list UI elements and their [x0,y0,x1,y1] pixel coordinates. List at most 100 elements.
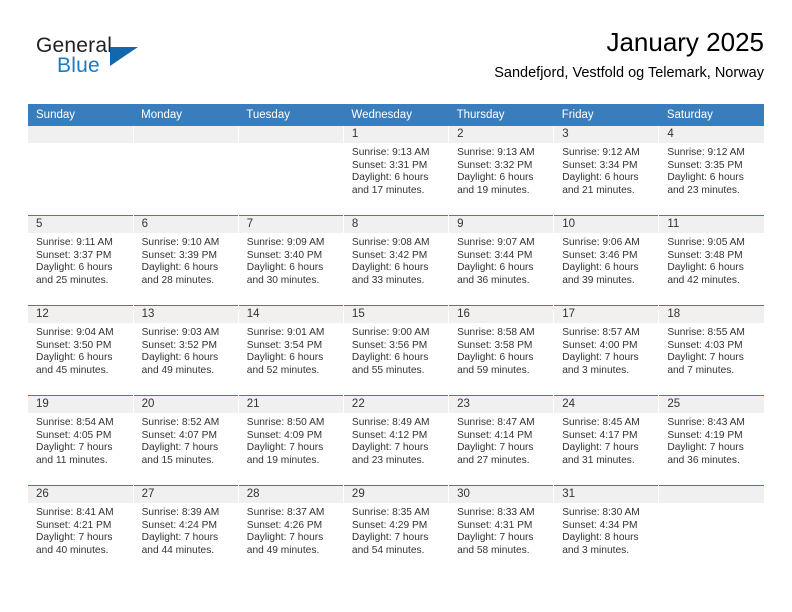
daylight-text-line2: and 36 minutes. [457,274,530,286]
calendar-header-row: Sunday Monday Tuesday Wednesday Thursday… [28,104,764,126]
day-number: 16 [449,306,554,323]
day-info: Sunrise: 8:57 AM Sunset: 4:00 PM Daylight:… [554,323,658,377]
day-cell: 4 Sunrise: 9:12 AM Sunset: 3:35 PM Daylight… [659,126,764,215]
day-cell: 3 Sunrise: 9:12 AM Sunset: 3:34 PM Daylight… [554,126,659,215]
day-number: 4 [659,126,764,143]
calendar-day-cell[interactable] [658,485,764,575]
weekday-header-thursday: Thursday [448,104,554,126]
sunrise-text: Sunrise: 9:04 AM [36,327,114,338]
daylight-text-line2: and 55 minutes. [351,364,425,376]
calendar-day-cell[interactable]: 9 Sunrise: 9:07 AM Sunset: 3:44 PM Daylight… [448,215,555,306]
calendar-day-cell[interactable]: 1 Sunrise: 9:13 AM Sunset: 3:31 PM Daylight… [343,126,450,216]
day-cell: 10 Sunrise: 9:06 AM Sunset: 3:46 PM Dayligh… [554,216,659,305]
day-info: Sunrise: 8:47 AM Sunset: 4:14 PM Daylight:… [449,413,553,467]
day-cell: 11 Sunrise: 9:05 AM Sunset: 3:48 PM Dayligh… [659,216,764,305]
daylight-text-line1: Daylight: 7 hours [36,532,113,544]
calendar-day-cell[interactable]: 29 Sunrise: 8:35 AM Sunset: 4:29 PM Dayligh… [343,485,450,575]
calendar-day-cell[interactable]: 22 Sunrise: 8:49 AM Sunset: 4:12 PM Dayligh… [343,395,450,486]
general-blue-logo[interactable]: General Blue [36,34,166,86]
calendar-day-cell[interactable]: 19 Sunrise: 8:54 AM Sunset: 4:05 PM Dayligh… [28,395,134,486]
calendar-week-row: 19 Sunrise: 8:54 AM Sunset: 4:05 PM Dayligh… [28,395,764,486]
sunset-text: Sunset: 3:35 PM [667,159,743,171]
calendar-day-cell[interactable] [238,126,344,216]
daylight-text-line2: and 31 minutes. [562,454,635,466]
daylight-text-line2: and 3 minutes. [562,364,630,376]
daylight-text-line1: Daylight: 7 hours [351,532,429,544]
calendar-day-cell[interactable]: 10 Sunrise: 9:06 AM Sunset: 3:46 PM Dayligh… [553,215,660,306]
calendar-day-cell[interactable]: 27 Sunrise: 8:39 AM Sunset: 4:24 PM Dayligh… [133,485,239,575]
calendar-day-cell[interactable]: 12 Sunrise: 9:04 AM Sunset: 3:50 PM Dayligh… [28,305,134,396]
calendar-day-cell[interactable] [28,126,134,216]
sunrise-text: Sunrise: 8:57 AM [562,327,640,338]
day-cell: 31 Sunrise: 8:30 AM Sunset: 4:34 PM Dayligh… [554,486,659,575]
calendar-day-cell[interactable]: 18 Sunrise: 8:55 AM Sunset: 4:03 PM Dayligh… [658,305,764,396]
calendar-day-cell[interactable]: 28 Sunrise: 8:37 AM Sunset: 4:26 PM Dayligh… [238,485,344,575]
daylight-text-line1: Daylight: 7 hours [667,352,744,364]
day-cell: 8 Sunrise: 9:08 AM Sunset: 3:42 PM Daylight… [343,216,449,305]
sunset-text: Sunset: 4:24 PM [141,519,217,531]
daylight-text-line1: Daylight: 7 hours [562,442,639,454]
calendar-day-cell[interactable]: 23 Sunrise: 8:47 AM Sunset: 4:14 PM Dayligh… [448,395,555,486]
day-cell-empty [133,126,238,215]
day-cell: 22 Sunrise: 8:49 AM Sunset: 4:12 PM Dayligh… [343,396,449,485]
calendar-day-cell[interactable]: 26 Sunrise: 8:41 AM Sunset: 4:21 PM Dayligh… [28,485,134,575]
daylight-text-line2: and 54 minutes. [351,544,425,556]
calendar-day-cell[interactable]: 5 Sunrise: 9:11 AM Sunset: 3:37 PM Daylight… [28,215,134,306]
calendar-grid: Sunday Monday Tuesday Wednesday Thursday… [28,104,764,575]
triangle-icon [110,47,138,66]
daylight-text-line2: and 23 minutes. [667,184,740,196]
calendar-day-cell[interactable]: 6 Sunrise: 9:10 AM Sunset: 3:39 PM Daylight… [133,215,239,306]
day-number: 5 [28,216,133,233]
weekday-header-saturday: Saturday [658,104,764,126]
calendar-day-cell[interactable]: 7 Sunrise: 9:09 AM Sunset: 3:40 PM Daylight… [238,215,344,306]
calendar-day-cell[interactable]: 2 Sunrise: 9:13 AM Sunset: 3:32 PM Daylight… [448,126,555,216]
daylight-text-line2: and 49 minutes. [246,544,320,556]
calendar-day-cell[interactable]: 14 Sunrise: 9:01 AM Sunset: 3:54 PM Dayligh… [238,305,344,396]
calendar-day-cell[interactable]: 4 Sunrise: 9:12 AM Sunset: 3:35 PM Daylight… [658,126,764,216]
day-cell-empty [659,486,764,575]
logo-text-blue: Blue [57,54,100,77]
daylight-text-line1: Daylight: 7 hours [457,532,534,544]
calendar-day-cell[interactable]: 21 Sunrise: 8:50 AM Sunset: 4:09 PM Dayligh… [238,395,344,486]
calendar-day-cell[interactable]: 11 Sunrise: 9:05 AM Sunset: 3:48 PM Dayligh… [658,215,764,306]
day-cell: 28 Sunrise: 8:37 AM Sunset: 4:26 PM Dayligh… [238,486,343,575]
day-cell: 5 Sunrise: 9:11 AM Sunset: 3:37 PM Daylight… [28,216,133,305]
calendar-day-cell[interactable]: 13 Sunrise: 9:03 AM Sunset: 3:52 PM Dayligh… [133,305,239,396]
sunrise-text: Sunrise: 8:49 AM [351,417,430,428]
day-info: Sunrise: 8:50 AM Sunset: 4:09 PM Daylight:… [239,413,343,467]
sunrise-text: Sunrise: 8:37 AM [246,507,325,518]
day-number: 18 [659,306,764,323]
calendar-day-cell[interactable]: 3 Sunrise: 9:12 AM Sunset: 3:34 PM Daylight… [553,126,660,216]
calendar-day-cell[interactable] [133,126,239,216]
daylight-text-line1: Daylight: 7 hours [562,352,639,364]
daylight-text-line2: and 39 minutes. [562,274,635,286]
day-info: Sunrise: 8:49 AM Sunset: 4:12 PM Daylight:… [344,413,448,467]
day-cell: 19 Sunrise: 8:54 AM Sunset: 4:05 PM Dayligh… [28,396,133,485]
calendar-day-cell[interactable]: 20 Sunrise: 8:52 AM Sunset: 4:07 PM Dayligh… [133,395,239,486]
calendar-day-cell[interactable]: 30 Sunrise: 8:33 AM Sunset: 4:31 PM Dayligh… [448,485,555,575]
calendar-day-cell[interactable]: 25 Sunrise: 8:43 AM Sunset: 4:19 PM Dayligh… [658,395,764,486]
weekday-header-tuesday: Tuesday [238,104,344,126]
sunset-text: Sunset: 3:44 PM [457,249,533,261]
sunset-text: Sunset: 4:19 PM [667,429,743,441]
daylight-text-line1: Daylight: 7 hours [667,442,744,454]
day-cell-empty [28,126,133,215]
calendar-day-cell[interactable]: 16 Sunrise: 8:58 AM Sunset: 3:58 PM Dayligh… [448,305,555,396]
weekday-header-sunday: Sunday [28,104,134,126]
day-cell: 26 Sunrise: 8:41 AM Sunset: 4:21 PM Dayligh… [28,486,133,575]
day-info: Sunrise: 9:08 AM Sunset: 3:42 PM Daylight:… [344,233,448,287]
daylight-text-line1: Daylight: 7 hours [36,442,113,454]
calendar-day-cell[interactable]: 15 Sunrise: 9:00 AM Sunset: 3:56 PM Dayligh… [343,305,450,396]
day-info: Sunrise: 8:30 AM Sunset: 4:34 PM Daylight:… [554,503,658,557]
day-number: 21 [238,396,343,413]
calendar-day-cell[interactable]: 8 Sunrise: 9:08 AM Sunset: 3:42 PM Daylight… [343,215,450,306]
day-info: Sunrise: 9:06 AM Sunset: 3:46 PM Daylight:… [554,233,658,287]
day-cell: 6 Sunrise: 9:10 AM Sunset: 3:39 PM Daylight… [133,216,238,305]
calendar-day-cell[interactable]: 31 Sunrise: 8:30 AM Sunset: 4:34 PM Dayligh… [553,485,660,575]
day-number: 20 [133,396,238,413]
day-cell: 2 Sunrise: 9:13 AM Sunset: 3:32 PM Daylight… [449,126,554,215]
calendar-day-cell[interactable]: 24 Sunrise: 8:45 AM Sunset: 4:17 PM Dayligh… [553,395,660,486]
calendar-day-cell[interactable]: 17 Sunrise: 8:57 AM Sunset: 4:00 PM Dayligh… [553,305,660,396]
day-info: Sunrise: 8:43 AM Sunset: 4:19 PM Daylight:… [659,413,764,467]
sunset-text: Sunset: 3:48 PM [667,249,743,261]
